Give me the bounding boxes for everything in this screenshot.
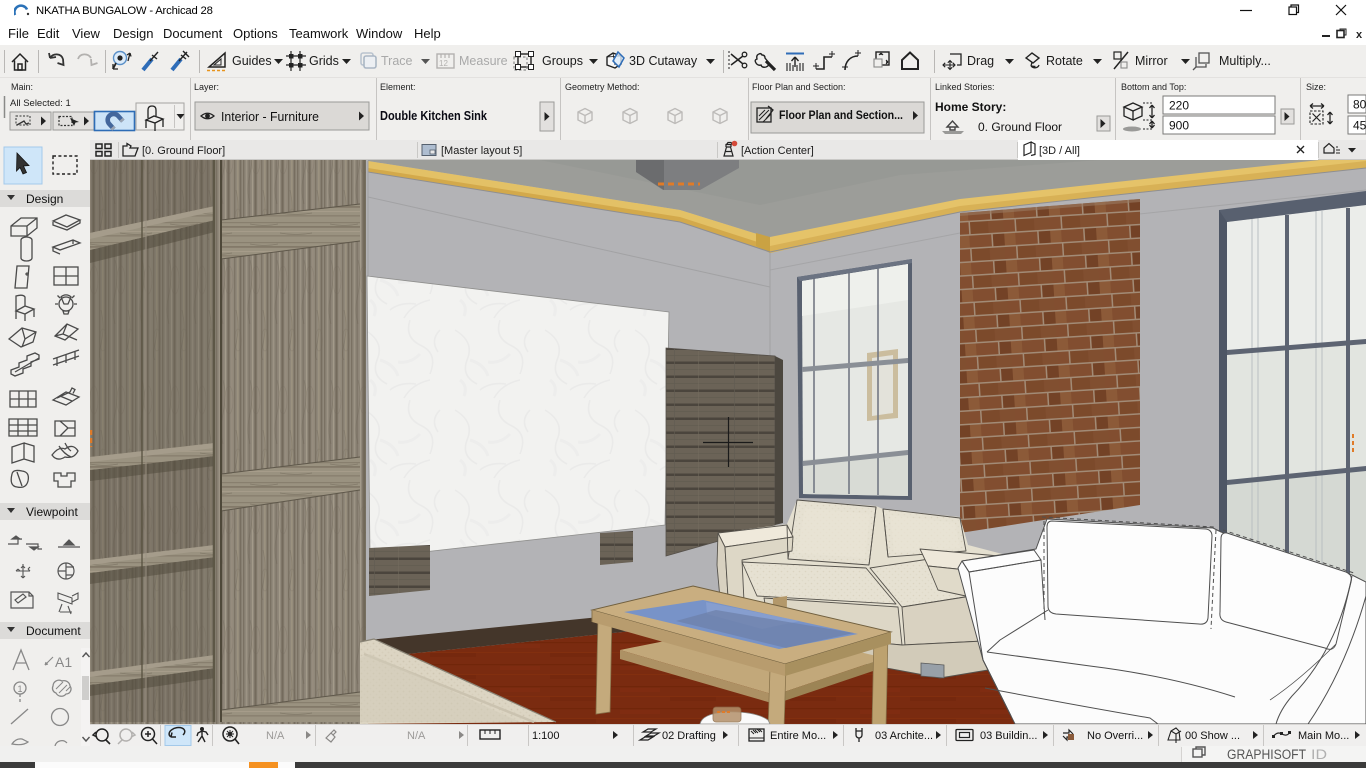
svg-text:Geometry Method:: Geometry Method: bbox=[565, 82, 640, 92]
svg-text:Document: Document bbox=[26, 624, 81, 638]
svg-text:GRAPHISOFT: GRAPHISOFT bbox=[1227, 747, 1306, 762]
svg-text:900: 900 bbox=[1169, 119, 1189, 133]
svg-text:Main Mo...: Main Mo... bbox=[1298, 730, 1349, 742]
svg-text:Grids: Grids bbox=[309, 54, 339, 68]
svg-text:N/A: N/A bbox=[266, 730, 285, 742]
svg-text:Interior - Furniture: Interior - Furniture bbox=[221, 109, 319, 124]
svg-text:Measure: Measure bbox=[459, 54, 508, 68]
svg-text:Home Story:: Home Story: bbox=[935, 100, 1006, 114]
svg-text:x: x bbox=[1356, 29, 1363, 40]
svg-text:Layer:: Layer: bbox=[194, 82, 219, 92]
svg-text:[0. Ground Floor]: [0. Ground Floor] bbox=[142, 145, 225, 157]
svg-text:1:100: 1:100 bbox=[532, 730, 560, 742]
svg-text:Floor Plan and Section...: Floor Plan and Section... bbox=[779, 108, 903, 122]
svg-text:1: 1 bbox=[18, 684, 23, 694]
svg-text:Trace: Trace bbox=[381, 54, 413, 68]
svg-text:[3D / All]: [3D / All] bbox=[1039, 145, 1080, 157]
svg-text:220: 220 bbox=[1169, 99, 1189, 113]
svg-text:All Selected: 1: All Selected: 1 bbox=[10, 98, 71, 109]
svg-text:N/A: N/A bbox=[407, 730, 426, 742]
svg-text:Groups: Groups bbox=[542, 54, 583, 68]
svg-text:03 Archite...: 03 Archite... bbox=[875, 730, 933, 742]
svg-text:12: 12 bbox=[439, 59, 448, 68]
svg-text:Floor Plan and Section:: Floor Plan and Section: bbox=[752, 82, 846, 92]
svg-text:Size:: Size: bbox=[1306, 82, 1326, 92]
svg-text:Mirror: Mirror bbox=[1135, 54, 1168, 68]
svg-text:ID: ID bbox=[1311, 747, 1327, 762]
svg-text:02 Drafting: 02 Drafting bbox=[662, 730, 716, 742]
svg-text:03 Buildin...: 03 Buildin... bbox=[980, 730, 1037, 742]
svg-text:Bottom and Top:: Bottom and Top: bbox=[1121, 82, 1186, 92]
svg-text:[Action Center]: [Action Center] bbox=[741, 145, 814, 157]
svg-text:0. Ground Floor: 0. Ground Floor bbox=[978, 120, 1062, 134]
svg-text:No Overri...: No Overri... bbox=[1087, 730, 1143, 742]
svg-text:Multiply...: Multiply... bbox=[1219, 54, 1271, 68]
svg-text:A1: A1 bbox=[55, 654, 72, 670]
svg-text:3D Cutaway: 3D Cutaway bbox=[629, 54, 698, 68]
svg-text:Design: Design bbox=[26, 192, 63, 206]
svg-text:Viewpoint: Viewpoint bbox=[26, 505, 78, 519]
svg-text:Main:: Main: bbox=[11, 82, 33, 92]
svg-text:45: 45 bbox=[1353, 119, 1366, 133]
svg-text:Linked Stories:: Linked Stories: bbox=[935, 82, 995, 92]
svg-text:Rotate: Rotate bbox=[1046, 54, 1083, 68]
svg-text:Double Kitchen Sink: Double Kitchen Sink bbox=[380, 108, 488, 123]
svg-text:Drag: Drag bbox=[967, 54, 994, 68]
svg-text:Guides: Guides bbox=[232, 54, 272, 68]
svg-text:[Master layout 5]: [Master layout 5] bbox=[441, 145, 522, 157]
svg-text:Entire Mo...: Entire Mo... bbox=[770, 730, 826, 742]
svg-text:Element:: Element: bbox=[380, 82, 416, 92]
svg-text:80: 80 bbox=[1353, 98, 1366, 112]
svg-text:00 Show ...: 00 Show ... bbox=[1185, 730, 1240, 742]
